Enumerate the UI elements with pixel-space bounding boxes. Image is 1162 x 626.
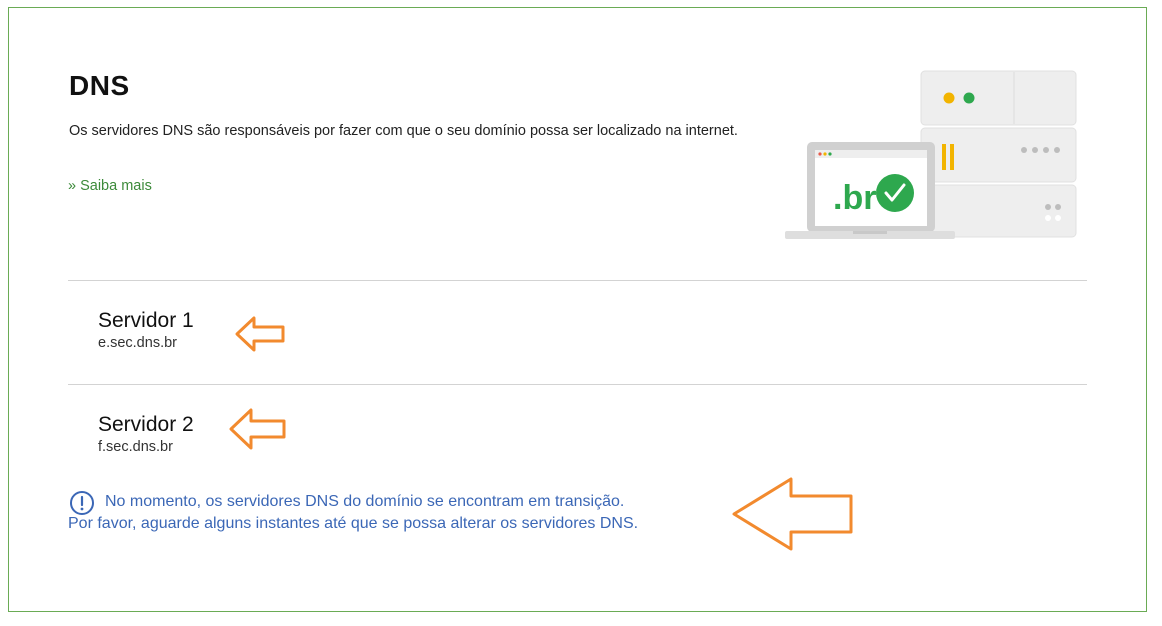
br-logo-text: .br	[833, 179, 876, 217]
alert-circle-icon	[70, 491, 94, 515]
learn-more-link[interactable]: » Saiba mais	[68, 178, 152, 194]
notice-message-line-2: Por favor, aguarde alguns instantes até …	[68, 515, 639, 532]
annotation-arrow-icon	[229, 408, 286, 450]
annotation-arrow-icon	[732, 477, 853, 551]
laptop-icon: .br	[785, 142, 955, 239]
server-1-entry: Servidor 1 e.sec.dns.br	[98, 308, 194, 353]
page-title: DNS	[69, 70, 130, 101]
server-2-label: Servidor 2	[98, 413, 194, 436]
section-divider	[68, 384, 1087, 385]
server-stack-icon	[920, 70, 1077, 238]
server-1-host: e.sec.dns.br	[98, 335, 177, 351]
annotation-arrow-icon	[235, 316, 285, 352]
dns-panel: DNS Os servidores DNS são responsáveis p…	[8, 7, 1147, 612]
notice-message-line-1: No momento, os servidores DNS do domínio…	[105, 493, 625, 510]
server-2-entry: Servidor 2 f.sec.dns.br	[98, 412, 194, 457]
dns-illustration: .br	[785, 70, 1077, 239]
section-divider	[68, 280, 1087, 281]
server-1-label: Servidor 1	[98, 309, 194, 332]
server-2-host: f.sec.dns.br	[98, 439, 173, 455]
dns-description: Os servidores DNS são responsáveis por f…	[69, 123, 738, 139]
